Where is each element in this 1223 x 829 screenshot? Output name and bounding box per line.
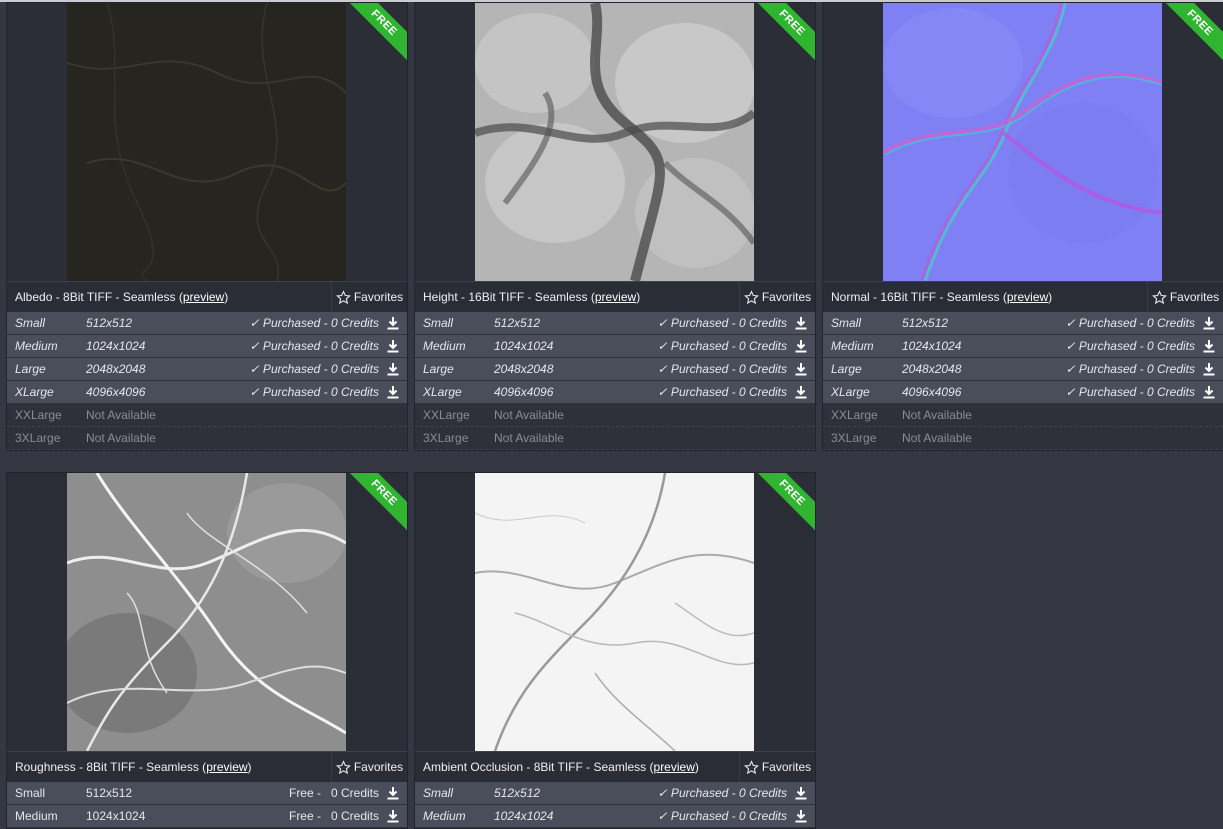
card-title: Roughness - 8Bit TIFF - Seamless (previe… [15, 760, 252, 774]
download-icon[interactable] [794, 786, 808, 800]
texture-card-albedo: FREE Albedo - 8Bit TIFF - Seamless (prev… [6, 2, 408, 451]
download-icon[interactable] [386, 316, 400, 330]
download-icon[interactable] [386, 362, 400, 376]
download-icon[interactable] [386, 809, 400, 823]
unavailable-row-3xlarge: 3XLarge Not Available [415, 427, 815, 450]
download-row-small[interactable]: Small 512x512 ✓ Purchased - 0 Credits [415, 312, 815, 335]
favorites-button[interactable]: Favorites [331, 752, 407, 782]
download-icon[interactable] [1202, 316, 1216, 330]
star-icon [743, 289, 759, 304]
star-icon [1151, 289, 1167, 304]
download-row-medium[interactable]: Medium 1024x1024 ✓ Purchased - 0 Credits [415, 805, 815, 828]
download-icon[interactable] [794, 362, 808, 376]
favorites-button[interactable]: Favorites [739, 752, 815, 782]
unavailable-row-3xlarge: 3XLarge Not Available [823, 427, 1223, 450]
download-row-small[interactable]: Small 512x512 Free -0 Credits [7, 782, 407, 805]
unavailable-row-xxlarge: XXLarge Not Available [7, 404, 407, 427]
download-row-small[interactable]: Small 512x512 ✓ Purchased - 0 Credits [823, 312, 1223, 335]
preview-link[interactable]: preview [183, 290, 224, 304]
download-row-medium[interactable]: Medium 1024x1024 ✓ Purchased - 0 Credits [7, 335, 407, 358]
unavailable-row-xxlarge: XXLarge Not Available [415, 404, 815, 427]
height-texture-image [475, 3, 754, 281]
texture-card-height: FREE Height - 16Bit TIFF - Seamless (pre… [414, 2, 816, 451]
download-row-xlarge[interactable]: XLarge 4096x4096 ✓ Purchased - 0 Credits [415, 381, 815, 404]
texture-card-normal: FREE Normal - 16Bit TIFF - Seamless (pre… [822, 2, 1223, 451]
free-ribbon: FREE [753, 473, 815, 532]
download-icon[interactable] [386, 385, 400, 399]
download-row-medium[interactable]: Medium 1024x1024 ✓ Purchased - 0 Credits [823, 335, 1223, 358]
unavailable-row-xxlarge: XXLarge Not Available [823, 404, 1223, 427]
favorites-button[interactable]: Favorites [331, 282, 407, 312]
card-title: Normal - 16Bit TIFF - Seamless (preview) [831, 290, 1053, 304]
texture-preview-normal[interactable]: FREE [823, 3, 1223, 281]
star-icon [335, 759, 351, 774]
download-row-small[interactable]: Small 512x512 ✓ Purchased - 0 Credits [7, 312, 407, 335]
albedo-texture-image [67, 3, 346, 281]
roughness-texture-image [67, 473, 346, 751]
download-row-small[interactable]: Small 512x512 ✓ Purchased - 0 Credits [415, 782, 815, 805]
download-icon[interactable] [1202, 362, 1216, 376]
download-icon[interactable] [386, 339, 400, 353]
preview-link[interactable]: preview [654, 760, 695, 774]
unavailable-row-3xlarge: 3XLarge Not Available [7, 427, 407, 450]
download-row-xlarge[interactable]: XLarge 4096x4096 ✓ Purchased - 0 Credits [7, 381, 407, 404]
download-row-large[interactable]: Large 2048x2048 ✓ Purchased - 0 Credits [415, 358, 815, 381]
card-title: Albedo - 8Bit TIFF - Seamless (preview) [15, 290, 229, 304]
ambient-occlusion-texture-image [475, 473, 754, 751]
free-ribbon: FREE [1161, 3, 1223, 62]
favorites-button[interactable]: Favorites [1147, 282, 1223, 312]
preview-link[interactable]: preview [595, 290, 636, 304]
star-icon [335, 289, 351, 304]
download-icon[interactable] [794, 339, 808, 353]
download-icon[interactable] [794, 385, 808, 399]
download-row-medium[interactable]: Medium 1024x1024 ✓ Purchased - 0 Credits [415, 335, 815, 358]
texture-card-roughness: FREE Roughness - 8Bit TIFF - Seamless (p… [6, 472, 408, 829]
download-row-medium[interactable]: Medium 1024x1024 Free -0 Credits [7, 805, 407, 828]
texture-preview-albedo[interactable]: FREE [7, 3, 407, 281]
texture-preview-height[interactable]: FREE [415, 3, 815, 281]
free-ribbon: FREE [345, 473, 407, 532]
star-icon [743, 759, 759, 774]
favorites-button[interactable]: Favorites [739, 282, 815, 312]
card-title: Height - 16Bit TIFF - Seamless (preview) [423, 290, 641, 304]
free-ribbon: FREE [345, 3, 407, 62]
preview-link[interactable]: preview [1007, 290, 1048, 304]
download-icon[interactable] [794, 809, 808, 823]
normal-texture-image [883, 3, 1162, 281]
download-row-xlarge[interactable]: XLarge 4096x4096 ✓ Purchased - 0 Credits [823, 381, 1223, 404]
free-ribbon: FREE [753, 3, 815, 62]
download-row-large[interactable]: Large 2048x2048 ✓ Purchased - 0 Credits [823, 358, 1223, 381]
preview-link[interactable]: preview [206, 760, 247, 774]
download-row-large[interactable]: Large 2048x2048 ✓ Purchased - 0 Credits [7, 358, 407, 381]
card-title: Ambient Occlusion - 8Bit TIFF - Seamless… [423, 760, 699, 774]
download-icon[interactable] [386, 786, 400, 800]
texture-card-ambient-occlusion: FREE Ambient Occlusion - 8Bit TIFF - Sea… [414, 472, 816, 829]
download-icon[interactable] [794, 316, 808, 330]
texture-preview-roughness[interactable]: FREE [7, 473, 407, 751]
texture-preview-ambient-occlusion[interactable]: FREE [415, 473, 815, 751]
download-icon[interactable] [1202, 385, 1216, 399]
download-icon[interactable] [1202, 339, 1216, 353]
